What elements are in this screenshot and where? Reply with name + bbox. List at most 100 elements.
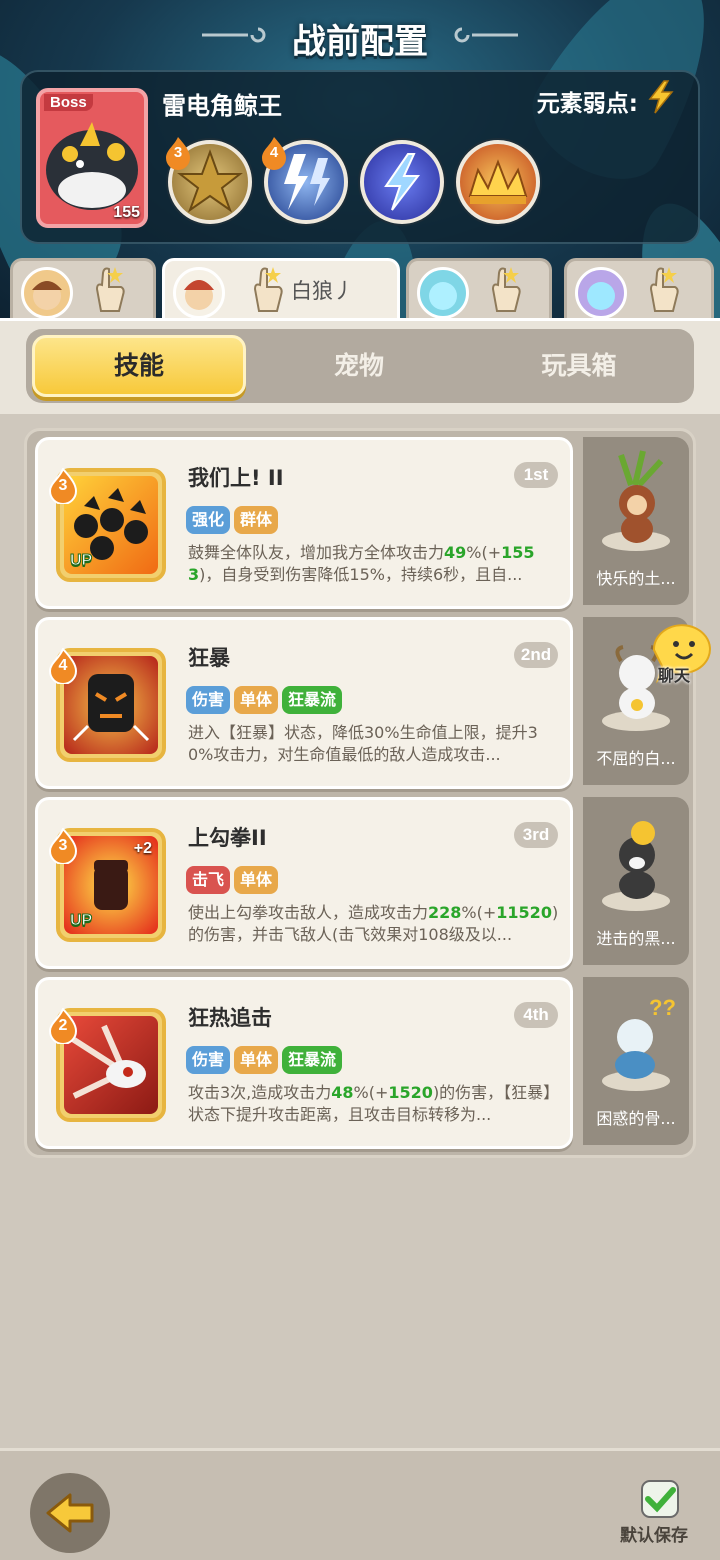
boss-name: 雷电角鲸王 xyxy=(162,92,282,120)
lightning-icon xyxy=(648,80,674,114)
char-tab-2[interactable]: 白狼丿 xyxy=(162,258,400,322)
upgrade-badge: UP xyxy=(69,912,93,930)
character-avatar-icon xyxy=(587,282,615,310)
desc-text: %(+ xyxy=(466,543,502,562)
order-badge: 2nd xyxy=(514,642,558,668)
back-button[interactable] xyxy=(30,1473,110,1553)
skill-tags: 强化 群体 xyxy=(186,506,279,534)
order-badge: 1st xyxy=(514,462,558,488)
skill-tags: 伤害 单体 狂暴流 xyxy=(186,1046,343,1074)
skill-list: UP 3 我们上! II 1st 强化 群体 鼓舞全体队友，增加我方全体攻击力4… xyxy=(24,428,696,1158)
segment-control: 技能 宠物 玩具箱 xyxy=(26,329,694,403)
avatar xyxy=(173,267,225,319)
boss-portrait[interactable]: Boss 155 xyxy=(36,88,148,228)
tag-berserk-flow: 狂暴流 xyxy=(282,1046,343,1074)
chat-label[interactable]: 聊天 xyxy=(658,662,690,686)
desc-text: 进入【狂暴】状态，降低30%生命值上限，提升30%攻击力，对生命值最低的敌人造成… xyxy=(188,723,538,764)
skill-title: 狂暴 xyxy=(188,646,230,670)
tag-damage: 伤害 xyxy=(186,1046,231,1074)
black-dog-pet-icon xyxy=(602,821,670,911)
char-tab-4[interactable] xyxy=(564,258,714,322)
bottom-bar: 默认保存 xyxy=(0,1448,720,1560)
tab-pet[interactable]: 宠物 xyxy=(252,335,466,397)
char-tab-name: 白狼丿 xyxy=(291,279,354,303)
avatar xyxy=(21,267,73,319)
skill-card[interactable]: +2 UP 3 上勾拳II 3rd 击飞 单体 使出上勾拳攻击敌人，造成攻击力2… xyxy=(35,797,573,969)
boss-tag: Boss xyxy=(44,94,93,111)
segment-strip: 技能 宠物 玩具箱 xyxy=(0,318,720,414)
lightning-bolt-icon xyxy=(384,153,421,211)
checkbox-checked-icon[interactable] xyxy=(640,1479,680,1519)
skill-card[interactable]: 4 狂暴 2nd 伤害 单体 狂暴流 进入【狂暴】状态，降低30%生命值上限，提… xyxy=(35,617,573,789)
back-arrow-icon xyxy=(46,1493,94,1533)
tag-single: 单体 xyxy=(234,686,279,714)
boss-skill-2[interactable]: 4 xyxy=(262,137,348,224)
pet-slot[interactable]: ?? 困惑的骨... xyxy=(583,977,689,1145)
bonus-badge: +2 xyxy=(133,840,152,857)
skill-title: 我们上! II xyxy=(188,466,284,490)
tag-group: 群体 xyxy=(234,506,279,534)
tap-hand-icon xyxy=(95,267,125,312)
skill-level: 3 xyxy=(58,837,68,854)
character-avatar-icon xyxy=(184,280,214,310)
desc-highlight: 1520 xyxy=(388,1083,433,1102)
tag-buff: 强化 xyxy=(186,506,231,534)
pet-slot[interactable]: 快乐的土... xyxy=(583,437,689,605)
berserk-icon xyxy=(64,656,158,754)
monkey-pet-icon xyxy=(602,450,670,551)
golden-spike-crown-icon xyxy=(468,159,528,204)
pet-slot[interactable]: 进击的黑... xyxy=(583,797,689,965)
pet-name: 不屈的白... xyxy=(596,749,676,768)
desc-text: %(+ xyxy=(353,1083,389,1102)
boss-skill-3[interactable] xyxy=(360,140,444,224)
skill-card[interactable]: UP 3 我们上! II 1st 强化 群体 鼓舞全体队友，增加我方全体攻击力4… xyxy=(35,437,573,609)
tab-skill[interactable]: 技能 xyxy=(32,335,246,397)
default-save-label[interactable]: 默认保存 xyxy=(620,1521,688,1546)
desc-text: %(+ xyxy=(461,903,497,922)
pet-name: 困惑的骨... xyxy=(596,1109,676,1128)
tag-single: 单体 xyxy=(234,1046,279,1074)
boss-skill-level: 3 xyxy=(173,144,183,161)
tap-hand-icon xyxy=(253,267,283,312)
skill-card[interactable]: 2 狂热追击 4th 伤害 单体 狂暴流 攻击3次,造成攻击力48%(+1520… xyxy=(35,977,573,1149)
desc-text: 鼓舞全体队友，增加我方全体攻击力 xyxy=(188,543,445,562)
rally-troops-icon: UP xyxy=(64,476,158,574)
pet-name: 进击的黑... xyxy=(596,929,676,948)
boss-skill-1[interactable]: 3 xyxy=(166,137,252,224)
avatar xyxy=(417,267,469,319)
bone-dragon-pet-icon: ?? xyxy=(602,995,676,1091)
boss-panel: Boss 155 雷电角鲸王 元素弱点: 3 4 xyxy=(20,70,700,244)
skill-title: 上勾拳II xyxy=(188,826,267,850)
upgrade-badge: UP xyxy=(69,552,93,570)
skill-description: 使出上勾拳攻击敌人，造成攻击力228%(+11520)的伤害，并击飞敌人(击飞效… xyxy=(188,902,560,968)
desc-highlight: 48 xyxy=(331,1083,354,1102)
desc-highlight: 49 xyxy=(444,543,467,562)
skill-level: 2 xyxy=(58,1017,68,1034)
tab-toybox[interactable]: 玩具箱 xyxy=(472,335,686,397)
order-badge: 4th xyxy=(514,1002,558,1028)
page-title: 战前配置 xyxy=(292,22,428,62)
skill-level: 4 xyxy=(58,657,68,674)
skill-level: 3 xyxy=(58,477,68,494)
pet-name: 快乐的土... xyxy=(596,569,676,588)
avatar xyxy=(575,267,627,319)
frenzy-chase-icon xyxy=(64,1016,158,1114)
tag-single: 单体 xyxy=(234,866,279,894)
skill-tags: 击飞 单体 xyxy=(186,866,279,894)
char-tab-1[interactable] xyxy=(10,258,156,322)
order-badge: 3rd xyxy=(514,822,558,848)
boss-level: 155 xyxy=(113,204,140,221)
desc-highlight: 11520 xyxy=(496,903,552,922)
tag-berserk-flow: 狂暴流 xyxy=(282,686,343,714)
char-tab-3[interactable] xyxy=(406,258,552,322)
tap-hand-icon xyxy=(491,267,521,312)
weakness-label: 元素弱点: xyxy=(536,91,638,117)
character-avatar-icon xyxy=(32,281,62,310)
character-avatar-icon xyxy=(429,282,457,310)
desc-text: 攻击3次,造成攻击力 xyxy=(188,1083,332,1102)
skill-description: 鼓舞全体队友，增加我方全体攻击力49%(+1553)，自身受到伤害降低15%，持… xyxy=(188,542,560,608)
boss-skill-4[interactable] xyxy=(456,140,540,224)
skill-tags: 伤害 单体 狂暴流 xyxy=(186,686,343,714)
desc-text: )，自身受到伤害降低15%，持续6秒，且自... xyxy=(199,565,523,584)
skill-title: 狂热追击 xyxy=(188,1006,272,1030)
